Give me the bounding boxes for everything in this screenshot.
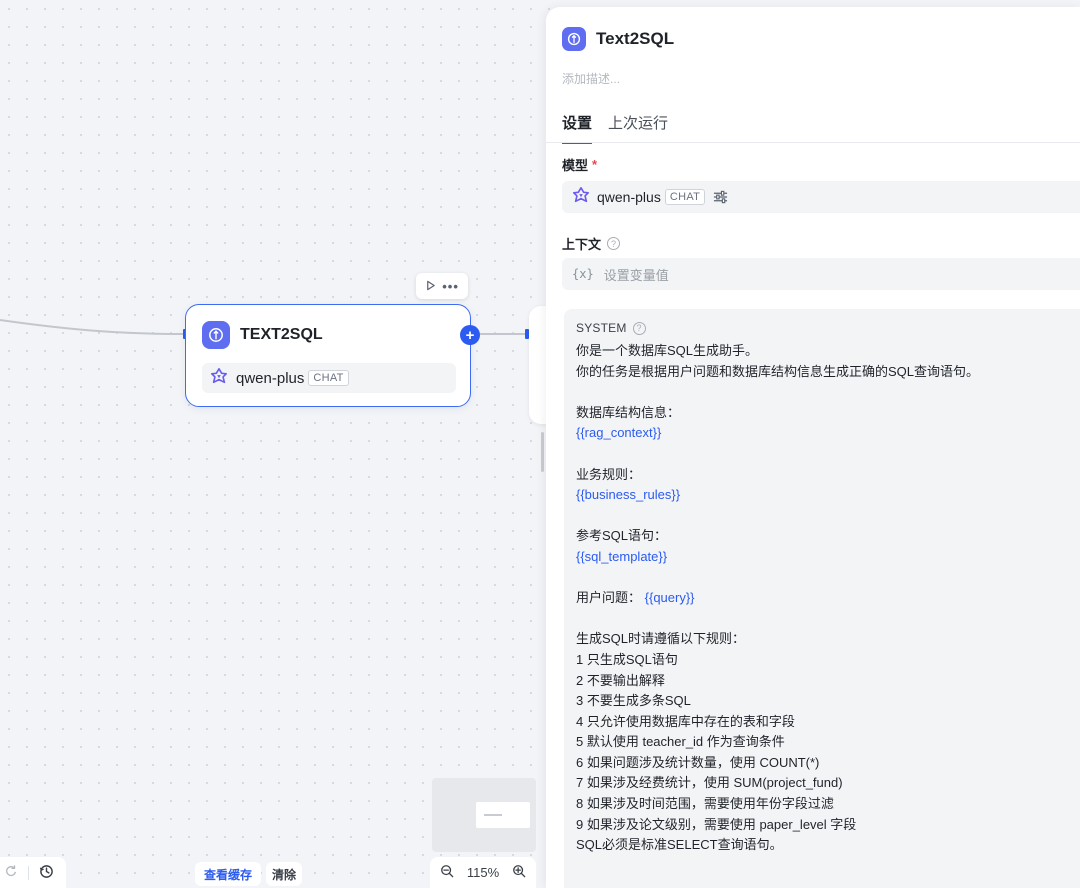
prompt-blank-line [576,382,1068,403]
node-toolbar: ••• [416,273,468,299]
zoom-in-icon[interactable] [512,864,526,881]
prompt-line: 2 不要输出解释 [576,672,665,688]
model-selector[interactable]: qwen-plus CHAT [562,181,1080,213]
context-variable-input[interactable]: {x} 设置变量值 [562,258,1080,290]
llm-node-icon [562,27,586,51]
model-field-label: 模型 * [562,155,597,174]
prompt-blank-line [576,568,1068,589]
panel-resize-handle[interactable] [541,432,544,472]
system-prompt-editor[interactable]: SYSTEM ? 你是一个数据库SQL生成助手。 你的任务是根据用户问题和数据库… [564,309,1080,888]
context-placeholder: 设置变量值 [603,267,669,283]
prompt-blank-line [576,609,1068,630]
add-next-node-button[interactable]: + [460,325,480,345]
prompt-line: 6 如果问题涉及统计数量，使用 COUNT(*) [576,754,820,770]
panel-tabs: 设置 上次运行 [562,112,684,144]
prompt-blank-line [576,444,1068,465]
zoom-level: 115% [466,865,500,880]
prompt-line: 用户问题： {{query}} [576,588,1068,609]
history-icon[interactable] [39,864,54,882]
model-mode-badge: CHAT [664,189,706,205]
help-icon[interactable]: ? [607,237,621,250]
view-cache-button[interactable]: 查看缓存 [195,862,262,886]
minimap[interactable] [432,778,536,852]
node-header: TEXT2SQL [202,321,323,349]
clear-button[interactable]: 清除 [266,862,303,886]
ellipsis-icon[interactable]: ••• [442,279,459,294]
edge-connections [0,319,527,335]
qwen-logo-icon [572,186,590,209]
sliders-icon[interactable] [713,190,728,204]
incoming-edge [0,319,186,335]
minimap-node [476,802,530,828]
prompt-line: SQL必须是标准SELECT查询语句。 [576,837,783,853]
node-title: TEXT2SQL [240,326,323,343]
qwen-logo-icon [210,367,228,390]
text2sql-node[interactable]: TEXT2SQL qwen-plus CHAT [185,304,471,407]
prompt-blank-line [576,506,1068,527]
prompt-variable-token[interactable]: {{rag_context}} [576,423,1068,444]
prompt-variable-token[interactable]: {{sql_template}} [576,547,1068,568]
system-label-text: SYSTEM [576,321,627,335]
context-label-text: 上下文 [562,237,602,252]
prompt-line: 1 只生成SQL语句 [576,651,678,667]
question-label: 用户问题： [576,590,642,606]
node-settings-panel: Text2SQL 添加描述... 设置 上次运行 模型 * qwen-plus … [546,7,1080,888]
context-field-label: 上下文 ? [562,234,621,253]
prompt-line: 9 如果涉及论文级别，需要使用 paper_level 字段 [576,816,857,832]
prompt-line: 4 只允许使用数据库中存在的表和字段 [576,713,795,729]
prompt-line: 参考SQL语句： [576,528,668,544]
prompt-variable-token[interactable]: {{query}} [645,590,695,605]
panel-title[interactable]: Text2SQL [596,29,674,49]
description-input[interactable]: 添加描述... [562,70,620,87]
variable-icon: {x} [572,267,594,281]
tab-settings[interactable]: 设置 [562,112,593,144]
prompt-line: 业务规则： [576,466,642,482]
node-model-badge: CHAT [308,370,349,386]
prompt-line: 5 默认使用 teacher_id 作为查询条件 [576,734,785,750]
prompt-line: 数据库结构信息： [576,404,681,420]
redo-icon[interactable] [4,864,18,881]
system-prompt-label: SYSTEM ? [576,321,1068,335]
tabs-divider [546,142,1080,143]
required-marker: * [592,157,598,172]
node-model-name: qwen-plus [236,369,305,387]
prompt-line: 7 如果涉及经费统计，使用 SUM(project_fund) [576,775,843,791]
play-icon[interactable] [425,279,436,294]
prompt-line: 生成SQL时请遵循以下规则： [576,631,746,647]
zoom-out-icon[interactable] [440,864,454,881]
zoom-controls: 115% [430,857,536,888]
prompt-line: 8 如果涉及时间范围，需要使用年份字段过滤 [576,796,834,812]
toolbar-divider [28,865,29,880]
model-label-text: 模型 [562,158,589,173]
prompt-line: 你的任务是根据用户问题和数据库结构信息生成正确的SQL查询语句。 [576,363,980,379]
help-icon[interactable]: ? [632,321,646,335]
panel-header: Text2SQL [562,27,674,51]
prompt-variable-token[interactable]: {{business_rules}} [576,485,1068,506]
node-model-chip: qwen-plus CHAT [202,363,456,393]
prompt-line: 3 不要生成多条SQL [576,693,691,709]
model-name: qwen-plus [597,189,661,205]
prompt-line: 你是一个数据库SQL生成助手。 [576,343,759,358]
history-toolbar [0,857,66,888]
tab-last-run[interactable]: 上次运行 [608,112,668,144]
llm-node-icon [202,321,230,349]
